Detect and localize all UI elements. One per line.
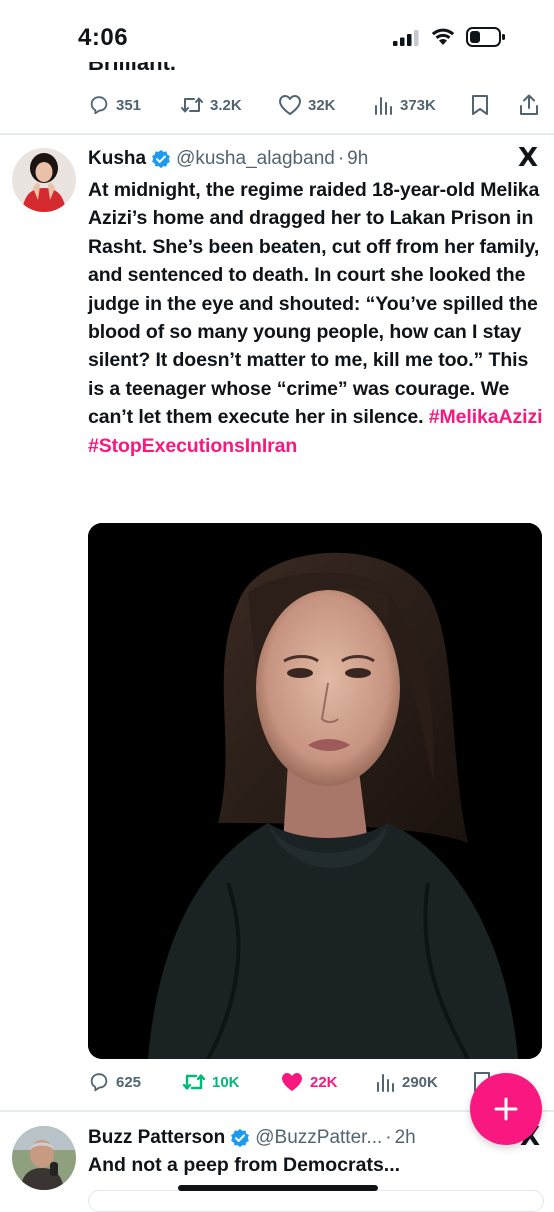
reply-icon: [90, 1073, 108, 1092]
repost-button[interactable]: 10K: [182, 1062, 240, 1102]
previous-tweet-clipped-text: Brilliant.: [88, 62, 177, 75]
reply-icon: [90, 96, 108, 115]
hashtag-link[interactable]: #StopExecutionsInIran: [88, 435, 297, 457]
author-handle[interactable]: @BuzzPatter...: [255, 1127, 382, 1149]
verified-badge-icon: [151, 149, 171, 169]
author-name[interactable]: Kusha: [88, 148, 146, 170]
view-count: 373K: [400, 96, 436, 114]
tweet-header: Buzz Patterson @BuzzPatter... · 2h: [88, 1124, 416, 1152]
tweet-text: At midnight, the regime raided 18-year-o…: [88, 176, 544, 460]
views-button[interactable]: 290K: [376, 1062, 438, 1102]
x-logo-icon: X: [518, 143, 539, 173]
author-handle[interactable]: @kusha_alagband: [176, 148, 335, 170]
cellular-signal-icon: [393, 30, 419, 46]
wifi-icon: [431, 28, 455, 45]
battery-icon: [466, 27, 505, 47]
reply-count: 351: [116, 96, 142, 114]
views-chart-icon: [375, 97, 392, 115]
heart-icon: [279, 95, 301, 115]
like-button[interactable]: 22K: [280, 1062, 338, 1102]
share-button[interactable]: [518, 85, 540, 125]
author-name[interactable]: Buzz Patterson: [88, 1127, 225, 1149]
previous-tweet-actions: 351 3.2K 32K 373K: [0, 85, 554, 125]
tweet-age[interactable]: 2h: [395, 1127, 416, 1149]
view-count: 290K: [402, 1073, 438, 1091]
status-time: 4:06: [78, 24, 129, 51]
home-indicator[interactable]: [178, 1185, 378, 1191]
share-icon: [520, 94, 538, 115]
quoted-card[interactable]: [88, 1190, 544, 1212]
like-count: 32K: [308, 96, 336, 114]
tweet-divider: [0, 133, 554, 135]
hashtag-link[interactable]: #MelikaAzizi: [429, 406, 543, 428]
tweet-actions: 625 10K 22K 290K: [0, 1062, 554, 1102]
like-count: 22K: [310, 1073, 338, 1091]
repost-button[interactable]: 3.2K: [180, 85, 242, 125]
avatar[interactable]: [12, 1126, 76, 1190]
reply-count: 625: [116, 1073, 142, 1091]
bookmark-button[interactable]: [470, 85, 490, 125]
repost-icon: [181, 97, 203, 113]
tweet-text-body: At midnight, the regime raided 18-year-o…: [88, 179, 540, 429]
tweet-text: And not a peep from Democrats...: [88, 1154, 401, 1176]
repost-count: 3.2K: [210, 96, 242, 114]
reply-button[interactable]: 351: [88, 85, 141, 125]
verified-badge-icon: [230, 1128, 250, 1148]
avatar[interactable]: [12, 148, 76, 212]
views-chart-icon: [377, 1074, 394, 1092]
repost-icon: [182, 1074, 206, 1090]
views-button[interactable]: 373K: [374, 85, 436, 125]
heart-icon: [282, 1073, 302, 1091]
tweet-age[interactable]: 9h: [347, 148, 368, 170]
compose-button[interactable]: [470, 1073, 542, 1145]
plus-icon: [494, 1097, 518, 1121]
tweet-media-image[interactable]: [88, 523, 542, 1059]
bookmark-icon: [472, 95, 488, 115]
tweet-header: Kusha @kusha_alagband · 9h: [88, 145, 368, 173]
header-separator: ·: [385, 1127, 392, 1148]
reply-button[interactable]: 625: [88, 1062, 141, 1102]
like-button[interactable]: 32K: [278, 85, 336, 125]
header-separator: ·: [337, 148, 345, 169]
repost-count: 10K: [212, 1073, 240, 1091]
